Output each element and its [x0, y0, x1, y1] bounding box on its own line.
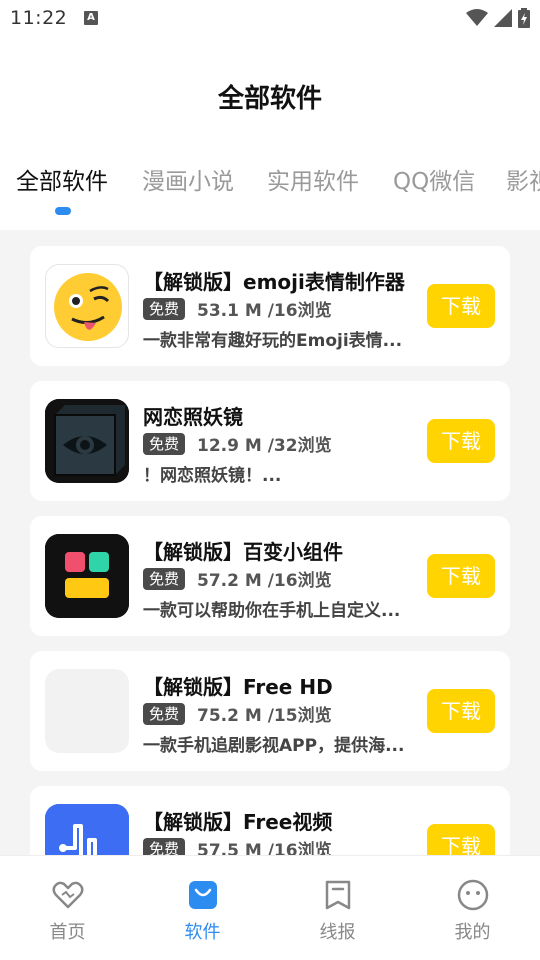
app-meta: 免费 53.1 M /16浏览 — [143, 296, 332, 321]
app-card[interactable]: 【解锁版】Free视频 免费 57.5 M /16浏览 下载 — [30, 786, 510, 855]
app-meta: 免费 57.2 M /16浏览 — [143, 566, 332, 591]
nav-software[interactable]: 软件 — [135, 856, 270, 960]
nav-label: 软件 — [184, 922, 221, 943]
app-name: 【解锁版】Free HD — [143, 675, 333, 699]
app-description: ！网恋照妖镜！... — [143, 466, 282, 486]
bookmark-icon — [325, 880, 350, 910]
free-badge: 免费 — [143, 297, 186, 320]
tab-all-software[interactable]: 全部软件 — [16, 162, 108, 196]
app-name: 网恋照妖镜 — [143, 405, 243, 429]
app-meta: 免费 57.5 M /16浏览 — [143, 836, 332, 855]
free-badge: 免费 — [143, 432, 186, 455]
app-size-views: 57.5 M /16浏览 — [197, 841, 332, 855]
download-button[interactable]: 下载 — [427, 824, 495, 855]
app-description: 一款非常有趣好玩的Emoji表情... — [143, 331, 403, 351]
battery-icon — [518, 8, 530, 28]
nav-label: 线报 — [319, 922, 356, 943]
free-badge: 免费 — [143, 837, 186, 855]
active-tab-indicator — [55, 207, 71, 215]
nav-label: 我的 — [454, 922, 491, 943]
app-description: 一款手机追剧影视APP，提供海... — [143, 736, 405, 756]
widget-blocks-icon — [45, 534, 129, 618]
bottom-nav: 首页 软件 线报 我的 — [0, 855, 540, 960]
shopping-bag-icon — [188, 881, 217, 909]
placeholder-icon — [45, 669, 129, 753]
download-button[interactable]: 下载 — [427, 554, 495, 598]
app-description: 一款可以帮助你在手机上自定义... — [143, 601, 401, 621]
app-size-views: 12.9 M /32浏览 — [197, 436, 332, 456]
app-meta: 免费 12.9 M /32浏览 — [143, 431, 332, 456]
notification-a-icon: A — [84, 11, 98, 25]
page-title: 全部软件 — [217, 84, 322, 114]
download-button[interactable]: 下载 — [427, 689, 495, 733]
app-card[interactable]: 【解锁版】百变小组件 免费 57.2 M /16浏览 一款可以帮助你在手机上自定… — [30, 516, 510, 636]
download-button[interactable]: 下载 — [427, 419, 495, 463]
nav-profile[interactable]: 我的 — [405, 856, 540, 960]
app-size-views: 53.1 M /16浏览 — [197, 301, 332, 321]
emoji-wink-icon — [45, 264, 129, 348]
category-tabs: 全部软件 漫画小说 实用软件 QQ微信 影视 — [0, 162, 540, 230]
face-icon — [457, 879, 488, 911]
app-name: 【解锁版】emoji表情制作器 — [143, 270, 405, 294]
app-card[interactable]: 【解锁版】Free HD 免费 75.2 M /15浏览 一款手机追剧影视APP… — [30, 651, 510, 771]
free-badge: 免费 — [143, 567, 186, 590]
status-time: 11:22 — [10, 7, 68, 29]
wifi-icon — [466, 9, 488, 26]
nav-tips[interactable]: 线报 — [270, 856, 405, 960]
nav-label: 首页 — [49, 922, 86, 943]
app-card[interactable]: 【解锁版】emoji表情制作器 免费 53.1 M /16浏览 一款非常有趣好玩… — [30, 246, 510, 366]
app-size-views: 75.2 M /15浏览 — [197, 706, 332, 726]
tab-comics-novels[interactable]: 漫画小说 — [142, 162, 234, 196]
tab-qq-wechat[interactable]: QQ微信 — [393, 162, 475, 196]
app-name: 【解锁版】百变小组件 — [143, 540, 343, 564]
nav-home[interactable]: 首页 — [0, 856, 135, 960]
cell-signal-icon — [494, 9, 512, 27]
status-bar: 11:22 A — [0, 0, 540, 38]
free-badge: 免费 — [143, 702, 186, 725]
status-icons — [466, 8, 530, 28]
app-card[interactable]: 网恋照妖镜 免费 12.9 M /32浏览 ！网恋照妖镜！... 下载 — [30, 381, 510, 501]
music-wave-icon — [45, 804, 129, 855]
app-meta: 免费 75.2 M /15浏览 — [143, 701, 332, 726]
tab-movies[interactable]: 影视 — [506, 162, 540, 196]
app-name: 【解锁版】Free视频 — [143, 810, 333, 834]
eye-cube-icon — [45, 399, 129, 483]
download-button[interactable]: 下载 — [427, 284, 495, 328]
app-list[interactable]: 【解锁版】emoji表情制作器 免费 53.1 M /16浏览 一款非常有趣好玩… — [0, 230, 540, 855]
heart-icon — [51, 881, 84, 909]
app-size-views: 57.2 M /16浏览 — [197, 571, 332, 591]
tab-utility-software[interactable]: 实用软件 — [267, 162, 359, 196]
